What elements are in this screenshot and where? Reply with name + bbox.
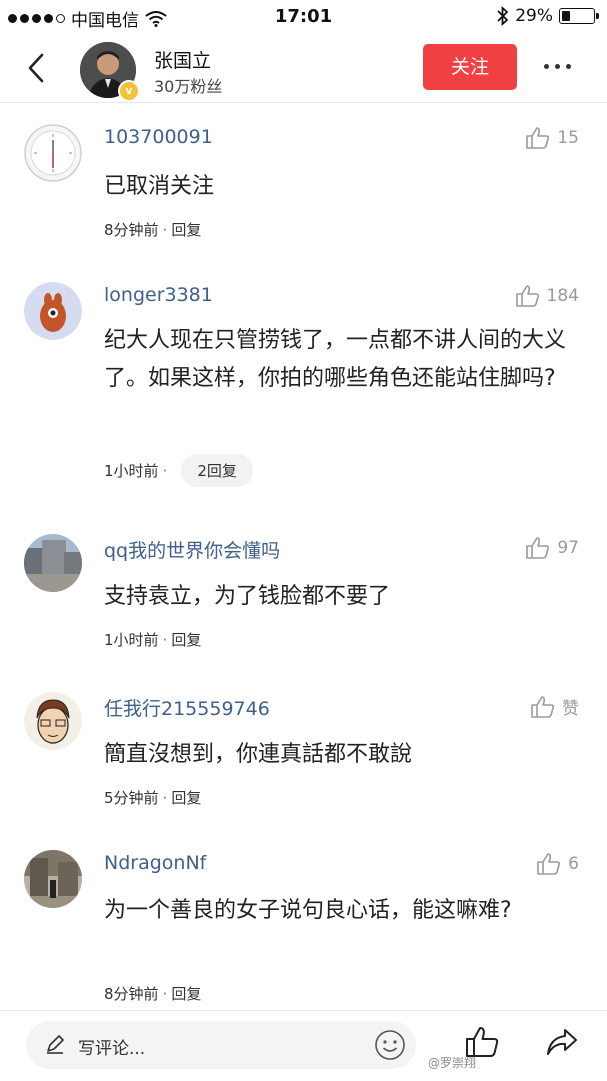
- commenter-avatar[interactable]: [24, 282, 82, 340]
- author-name[interactable]: 张国立: [154, 46, 211, 73]
- meta-separator: ·: [162, 984, 168, 1003]
- watermark: @罗崇翔: [428, 1056, 477, 1070]
- comment-meta: 1小时前 · 2回复: [104, 454, 253, 487]
- status-bar: 中国电信 17:01 29%: [0, 0, 607, 36]
- thumbs-up-icon: [515, 285, 539, 307]
- meta-separator: ·: [162, 461, 168, 480]
- commenter-avatar[interactable]: [24, 850, 82, 908]
- like-button[interactable]: 97: [525, 536, 579, 560]
- commenter-name[interactable]: NdragonNf: [104, 852, 206, 874]
- battery-icon: [559, 8, 599, 24]
- comment-meta: 8分钟前 · 回复: [104, 219, 201, 240]
- comment-meta: 5分钟前 · 回复: [104, 787, 201, 808]
- reply-button[interactable]: 回复: [171, 629, 201, 650]
- like-button[interactable]: 15: [525, 126, 579, 150]
- reply-button[interactable]: 回复: [171, 219, 201, 240]
- like-count: 6: [568, 854, 579, 874]
- comment-time: 1小时前: [104, 631, 159, 649]
- commenter-name[interactable]: 103700091: [104, 126, 213, 148]
- more-options-button[interactable]: [544, 64, 571, 69]
- comment-time: 8分钟前: [104, 985, 159, 1003]
- commenter-name[interactable]: qq我的世界你会懂吗: [104, 536, 280, 563]
- thumbs-up-icon: [526, 127, 550, 149]
- comment-text: 簡直沒想到，你連真話都不敢說: [104, 742, 413, 767]
- meta-separator: ·: [162, 630, 168, 649]
- comment-text: 支持袁立，为了钱脸都不要了: [104, 584, 391, 609]
- commenter-avatar[interactable]: [24, 124, 82, 182]
- thumbs-up-icon: [537, 853, 561, 875]
- thumbs-up-icon: [526, 537, 550, 559]
- reply-button[interactable]: 回复: [171, 983, 201, 1004]
- comment-text: 纪大人现在只管捞钱了，一点都不讲人间的大义了。如果这样，你拍的哪些角色还能站住脚…: [104, 328, 567, 391]
- comment-time: 5分钟前: [104, 789, 159, 807]
- bottom-action-bar: 写评论...: [0, 1010, 607, 1081]
- comment-placeholder: 写评论...: [78, 1039, 146, 1059]
- comment-time: 8分钟前: [104, 221, 159, 239]
- write-comment-input[interactable]: 写评论...: [26, 1021, 416, 1069]
- meta-separator: ·: [162, 788, 168, 807]
- comment-meta: 1小时前 · 回复: [104, 629, 201, 650]
- like-count: 赞: [562, 699, 579, 719]
- verified-badge-icon: v: [118, 80, 140, 102]
- share-icon[interactable]: [545, 1027, 579, 1057]
- commenter-avatar[interactable]: [24, 692, 82, 750]
- comment-text: 已取消关注: [104, 174, 215, 199]
- like-button[interactable]: 184: [515, 284, 579, 308]
- commenter-name[interactable]: 任我行215559746: [104, 694, 270, 721]
- like-button[interactable]: 6: [536, 852, 579, 876]
- author-fan-count: 30万粉丝: [154, 77, 223, 96]
- comment-time: 1小时前: [104, 462, 159, 480]
- like-count: 184: [546, 286, 579, 306]
- like-button[interactable]: 赞: [530, 694, 579, 719]
- replies-button[interactable]: 2回复: [181, 454, 253, 487]
- status-right: 29%: [497, 6, 599, 26]
- article-header: v 张国立 30万粉丝 关注: [0, 36, 607, 103]
- battery-percent: 29%: [515, 6, 553, 26]
- commenter-avatar[interactable]: [24, 534, 82, 592]
- like-count: 15: [557, 128, 579, 148]
- bluetooth-icon: [497, 6, 509, 26]
- thumbs-up-icon: [531, 695, 555, 718]
- reply-button[interactable]: 回复: [171, 787, 201, 808]
- comment-meta: 8分钟前 · 回复: [104, 983, 201, 1004]
- comment-text: 为一个善良的女子说句良心话，能这嘛难?: [104, 898, 512, 923]
- commenter-name[interactable]: longer3381: [104, 284, 213, 306]
- back-button[interactable]: [22, 50, 52, 86]
- follow-button[interactable]: 关注: [423, 44, 517, 90]
- emoji-icon[interactable]: [374, 1029, 406, 1061]
- pen-icon: [47, 1035, 64, 1054]
- meta-separator: ·: [162, 220, 168, 239]
- like-count: 97: [557, 538, 579, 558]
